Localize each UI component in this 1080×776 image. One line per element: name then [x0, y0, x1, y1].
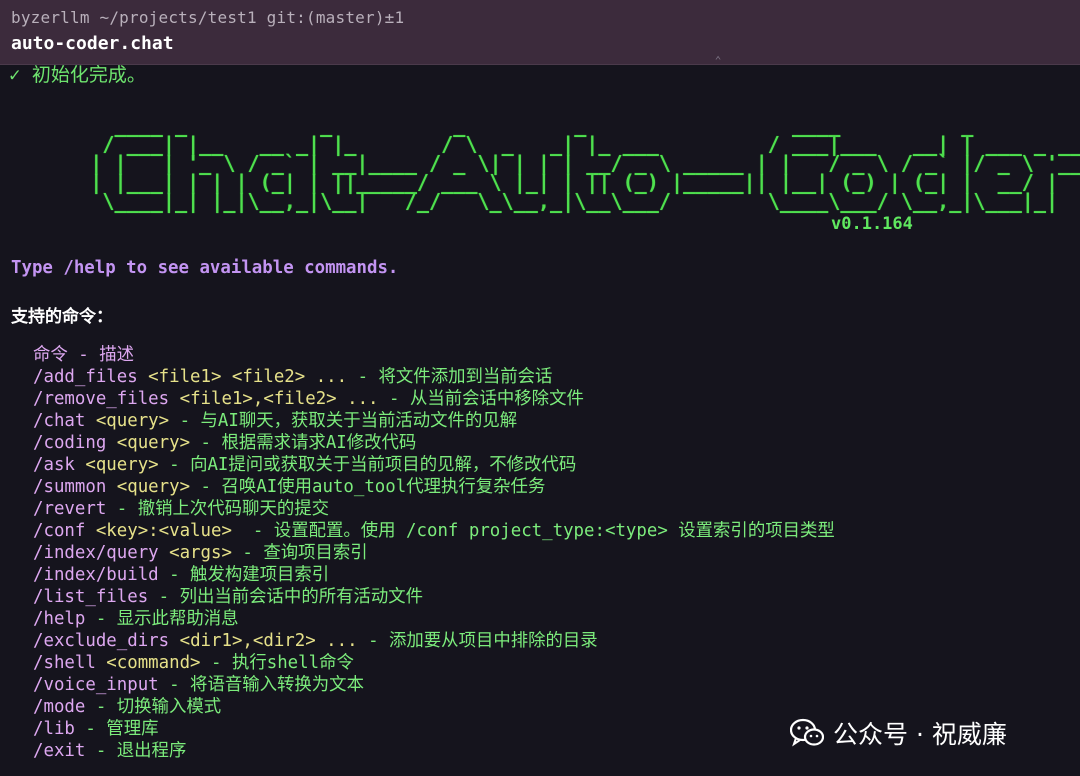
command-args: <file1>,<file2> ...	[169, 389, 379, 409]
command-name: /shell	[33, 653, 96, 673]
command-description: - 将文件添加到当前会话	[347, 367, 553, 387]
prompt-path-line: byzerllm ~/projects/test1 git:(master)±1	[11, 8, 405, 27]
wechat-icon	[790, 718, 824, 747]
command-description: - 召唤AI使用auto_tool代理执行复杂任务	[190, 477, 546, 497]
command-name: /conf	[33, 521, 86, 541]
command-args: <query>	[106, 477, 191, 497]
supported-commands-heading: 支持的命令：	[11, 307, 113, 327]
window-command-title: auto-coder.chat	[11, 33, 174, 54]
command-description: - 执行shell命令	[200, 653, 354, 673]
command-name: /help	[33, 609, 86, 629]
command-row: /remove_files <file1>,<file2> ... - 从当前会…	[33, 388, 835, 410]
command-description: - 撤销上次代码聊天的提交	[106, 499, 330, 519]
command-row: /ask <query> - 向AI提问或获取关于当前项目的见解，不修改代码	[33, 454, 835, 476]
command-description: - 设置配置。使用 /conf project_type:<type> 设置索引…	[231, 521, 835, 541]
command-args: <query>	[106, 433, 191, 453]
command-row: /index/query <args> - 查询项目索引	[33, 542, 835, 564]
command-description: - 列出当前会话中的所有活动文件	[148, 587, 424, 607]
command-row: /voice_input - 将语音输入转换为文本	[33, 674, 835, 696]
command-row: /summon <query> - 召唤AI使用auto_tool代理执行复杂任…	[33, 476, 835, 498]
init-message: ✓ 初始化完成。	[9, 64, 146, 86]
command-name: /lib	[33, 719, 75, 739]
command-name: /voice_input	[33, 675, 159, 695]
terminal-output[interactable]: ✓ 初始化完成。 ____ _ _ _ _ ____ _ / ___| |__ …	[0, 64, 1080, 776]
command-list-header-text: 命令 - 描述	[33, 345, 134, 365]
command-row: /shell <command> - 执行shell命令	[33, 652, 835, 674]
command-args: <query>	[85, 411, 170, 431]
command-description: - 管理库	[74, 719, 159, 739]
command-list: 命令 - 描述 /add_files <file1> <file2> ... -…	[33, 344, 835, 762]
command-row: /exit - 退出程序	[33, 740, 835, 762]
command-name: /mode	[33, 697, 86, 717]
command-description: - 查询项目索引	[231, 543, 368, 563]
command-args: <command>	[95, 653, 201, 673]
command-name: /coding	[33, 433, 107, 453]
command-name: /add_files	[33, 367, 138, 387]
command-row: /help - 显示此帮助消息	[33, 608, 835, 630]
command-row: /mode - 切换输入模式	[33, 696, 835, 718]
command-row: /list_files - 列出当前会话中的所有活动文件	[33, 586, 835, 608]
command-name: /index/build	[33, 565, 159, 585]
watermark-text: 公众号 · 祝威廉	[833, 720, 1007, 749]
command-description: - 触发构建项目索引	[158, 565, 330, 585]
command-description: - 将语音输入转换为文本	[158, 675, 364, 695]
command-args: <dir1>,<dir2> ...	[169, 631, 358, 651]
help-hint: Type /help to see available commands.	[11, 258, 399, 278]
command-name: /exit	[33, 741, 86, 761]
command-description: - 显示此帮助消息	[85, 609, 239, 629]
command-description: - 向AI提问或获取关于当前项目的见解，不修改代码	[158, 455, 577, 475]
command-description: - 从当前会话中移除文件	[378, 389, 584, 409]
command-args: <query>	[74, 455, 159, 475]
command-name: /chat	[33, 411, 86, 431]
command-name: /summon	[33, 477, 107, 497]
command-name: /ask	[33, 455, 75, 475]
command-name: /index/query	[33, 543, 159, 563]
command-name: /remove_files	[33, 389, 170, 409]
command-args: <args>	[158, 543, 232, 563]
command-row: /revert - 撤销上次代码聊天的提交	[33, 498, 835, 520]
command-row: /conf <key>:<value> - 设置配置。使用 /conf proj…	[33, 520, 835, 542]
command-description: - 添加要从项目中排除的目录	[357, 631, 598, 651]
command-description: - 与AI聊天，获取关于当前活动文件的见解	[169, 411, 518, 431]
command-description: - 根据需求请求AI修改代码	[190, 433, 417, 453]
command-row: /exclude_dirs <dir1>,<dir2> ... - 添加要从项目…	[33, 630, 835, 652]
command-name: /exclude_dirs	[33, 631, 170, 651]
command-name: /revert	[33, 499, 107, 519]
command-description: - 切换输入模式	[85, 697, 222, 717]
ascii-banner: ____ _ _ _ _ ____ _ / ___| |__ __ _| |_ …	[90, 113, 1080, 213]
version-label: v0.1.164	[831, 214, 913, 234]
command-row: /chat <query> - 与AI聊天，获取关于当前活动文件的见解	[33, 410, 835, 432]
command-row: /coding <query> - 根据需求请求AI修改代码	[33, 432, 835, 454]
command-description: - 退出程序	[85, 741, 187, 761]
terminal-title-bar: byzerllm ~/projects/test1 git:(master)±1…	[0, 0, 1080, 65]
command-args: <file1> <file2> ...	[137, 367, 348, 387]
command-row: /add_files <file1> <file2> ... - 将文件添加到当…	[33, 366, 835, 388]
command-list-header: 命令 - 描述	[33, 344, 835, 366]
watermark: 公众号 · 祝威廉	[790, 715, 1007, 751]
command-args: <key>:<value>	[85, 521, 232, 541]
command-row: /index/build - 触发构建项目索引	[33, 564, 835, 586]
command-row: /lib - 管理库	[33, 718, 835, 740]
command-name: /list_files	[33, 587, 149, 607]
